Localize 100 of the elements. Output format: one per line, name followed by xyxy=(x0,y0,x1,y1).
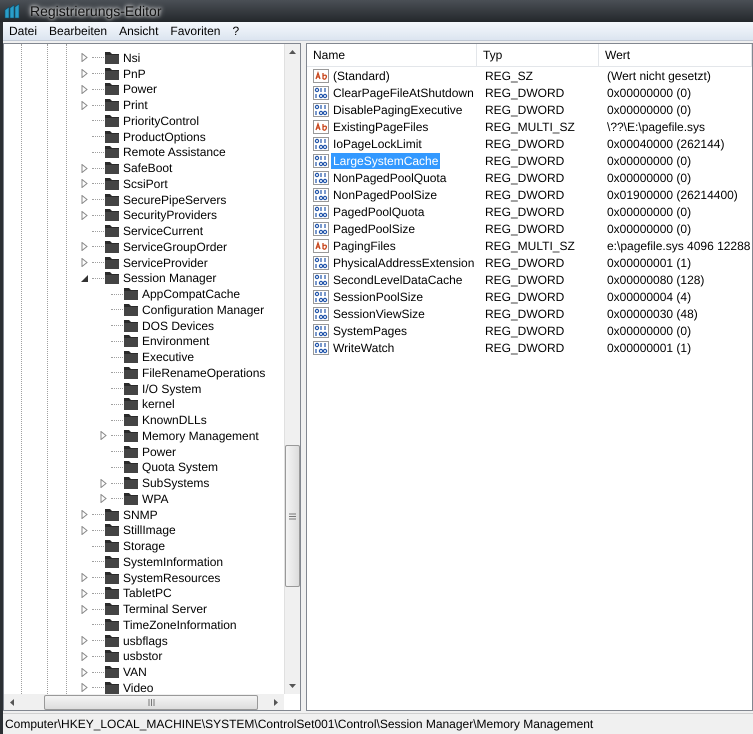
value-name[interactable]: SecondLevelDataCache xyxy=(331,272,464,288)
tree-item[interactable]: SafeBoot xyxy=(123,161,172,176)
binary-value-icon xyxy=(313,222,329,236)
value-name[interactable]: PagedPoolSize xyxy=(331,220,418,236)
tree-item[interactable]: PriorityControl xyxy=(123,114,200,128)
tree-item[interactable]: usbflags xyxy=(123,634,168,648)
tree-item[interactable]: Nsi xyxy=(123,50,140,65)
expand-arrow-icon[interactable] xyxy=(80,210,89,220)
value-name[interactable]: NonPagedPoolQuota xyxy=(331,170,448,186)
tree-item[interactable]: KnownDLLs xyxy=(142,413,207,428)
tree-item[interactable]: Session Manager xyxy=(123,271,216,286)
value-name[interactable]: (Standard) xyxy=(331,68,392,84)
value-name[interactable]: PagingFiles xyxy=(331,238,398,254)
tree-item[interactable]: I/O System xyxy=(142,382,202,396)
menu-item[interactable]: Favoriten xyxy=(164,24,226,38)
tree-item[interactable]: Quota System xyxy=(142,460,218,474)
value-type: REG_MULTI_SZ xyxy=(485,238,575,252)
scroll-thumb[interactable] xyxy=(285,445,300,587)
expand-arrow-icon[interactable] xyxy=(99,431,108,440)
tree-item[interactable]: Configuration Manager xyxy=(142,302,264,317)
tree-item[interactable]: Memory Management xyxy=(142,428,259,443)
tree-item[interactable]: Terminal Server xyxy=(123,602,208,616)
value-name[interactable]: SessionPoolSize xyxy=(331,288,426,304)
expand-arrow-icon[interactable] xyxy=(80,510,89,520)
column-header[interactable]: Typ xyxy=(477,44,599,67)
value-data: e:\pagefile.sys 4096 12288 xyxy=(607,238,750,252)
tree-item[interactable]: WPA xyxy=(142,492,168,506)
tree-item[interactable]: kernel xyxy=(142,397,175,412)
expand-arrow-icon[interactable] xyxy=(80,53,89,62)
tree-item[interactable]: Executive xyxy=(142,350,194,364)
value-type: REG_DWORD xyxy=(485,306,564,320)
expand-arrow-icon[interactable] xyxy=(80,100,89,110)
tree-item[interactable]: SystemInformation xyxy=(123,554,224,569)
tree-item[interactable]: ServiceCurrent xyxy=(123,224,204,238)
folder-icon xyxy=(123,413,139,428)
expand-arrow-icon[interactable] xyxy=(80,526,89,535)
tree-item[interactable]: SystemResources xyxy=(123,570,220,585)
tree-item[interactable]: ScsiPort xyxy=(123,176,168,191)
tree-item[interactable]: StillImage xyxy=(123,523,176,538)
expand-arrow-icon[interactable] xyxy=(80,258,89,268)
menu-item[interactable]: Bearbeiten xyxy=(43,24,114,38)
value-name[interactable]: PhysicalAddressExtension xyxy=(331,254,476,270)
value-name[interactable]: DisablePagingExecutive xyxy=(331,102,464,118)
scroll-thumb[interactable] xyxy=(44,694,258,710)
tree-item[interactable]: Print xyxy=(123,98,148,112)
expand-arrow-icon[interactable] xyxy=(80,652,89,661)
expand-arrow-icon[interactable] xyxy=(80,588,89,598)
expand-arrow-icon[interactable] xyxy=(80,195,89,204)
value-name[interactable]: SessionViewSize xyxy=(331,306,427,322)
tree-item[interactable]: VAN xyxy=(123,665,147,680)
expand-arrow-icon[interactable] xyxy=(80,683,89,692)
tree-item[interactable]: Remote Assistance xyxy=(123,145,226,160)
menu-item[interactable]: ? xyxy=(226,24,246,38)
tree-item[interactable]: SubSystems xyxy=(142,476,210,490)
expand-arrow-icon[interactable] xyxy=(80,69,89,78)
expand-arrow-icon[interactable] xyxy=(80,668,89,677)
value-name[interactable]: NonPagedPoolSize xyxy=(331,186,440,202)
tree-item[interactable]: Video xyxy=(123,680,154,694)
tree-item[interactable]: ServiceGroupOrder xyxy=(123,240,228,254)
value-type: REG_DWORD xyxy=(485,86,564,100)
value-name[interactable]: SystemPages xyxy=(331,322,410,338)
value-name[interactable]: ClearPageFileAtShutdown xyxy=(331,84,476,100)
tree-item[interactable]: DOS Devices xyxy=(142,318,214,333)
binary-value-icon xyxy=(313,290,329,304)
tree-item[interactable]: TabletPC xyxy=(123,586,172,600)
expand-arrow-icon[interactable] xyxy=(80,164,89,173)
tree-item[interactable]: Environment xyxy=(142,334,210,348)
collapse-arrow-icon[interactable] xyxy=(80,274,89,283)
tree-item[interactable]: AppCompatCache xyxy=(142,287,240,302)
expand-arrow-icon[interactable] xyxy=(80,179,89,188)
horizontal-scrollbar[interactable] xyxy=(4,694,284,710)
expand-arrow-icon[interactable] xyxy=(80,604,89,614)
value-name[interactable]: PagedPoolQuota xyxy=(331,204,426,220)
tree-item[interactable]: SNMP xyxy=(123,508,158,522)
expand-arrow-icon[interactable] xyxy=(80,84,89,94)
tree-item[interactable]: ProductOptions xyxy=(123,130,206,144)
expand-arrow-icon[interactable] xyxy=(80,573,89,582)
tree-item[interactable]: SecurePipeServers xyxy=(123,192,226,207)
tree-item[interactable]: TimeZoneInformation xyxy=(123,618,237,632)
expand-arrow-icon[interactable] xyxy=(80,242,89,252)
tree-item[interactable]: usbstor xyxy=(123,649,162,664)
value-name[interactable]: ExistingPageFiles xyxy=(331,118,430,134)
tree-item[interactable]: Power xyxy=(123,82,158,96)
value-name[interactable]: IoPageLockLimit xyxy=(331,136,424,152)
tree-item[interactable]: Storage xyxy=(123,539,166,554)
column-header[interactable]: Wert xyxy=(599,44,752,67)
expand-arrow-icon[interactable] xyxy=(99,494,108,504)
tree-item[interactable]: FileRenameOperations xyxy=(142,366,266,380)
value-type: REG_DWORD xyxy=(485,290,564,304)
vertical-scrollbar[interactable] xyxy=(284,44,300,694)
menu-item[interactable]: Datei xyxy=(3,24,44,38)
tree-item[interactable]: PnP xyxy=(123,66,146,81)
tree-item[interactable]: SecurityProviders xyxy=(123,208,218,222)
tree-item[interactable]: Power xyxy=(142,444,176,459)
value-name[interactable]: WriteWatch xyxy=(331,340,396,356)
tree-item[interactable]: ServiceProvider xyxy=(123,256,208,270)
expand-arrow-icon[interactable] xyxy=(80,636,89,646)
expand-arrow-icon[interactable] xyxy=(99,478,108,488)
column-header[interactable]: Name xyxy=(307,44,477,67)
menu-item[interactable]: Ansicht xyxy=(113,24,164,38)
